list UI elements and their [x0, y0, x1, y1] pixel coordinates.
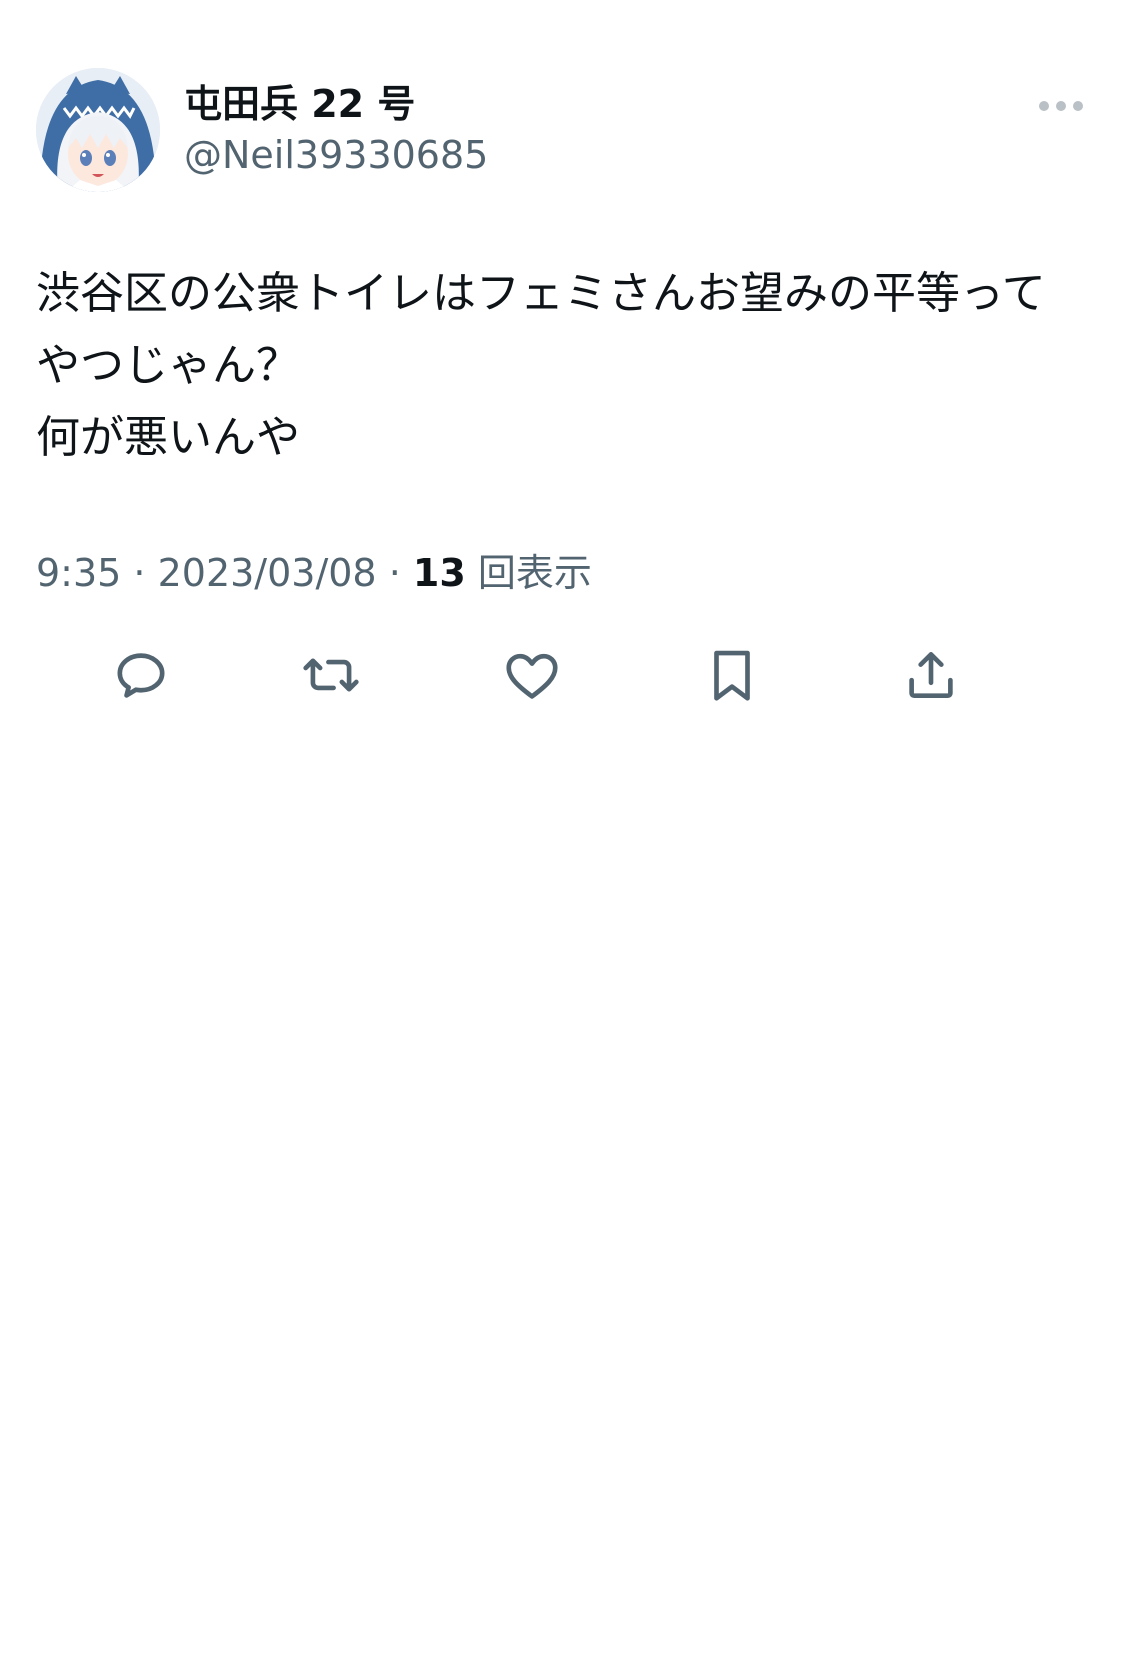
views-label: 回表示 — [465, 551, 592, 595]
meta-separator: · — [376, 551, 413, 595]
author-handle[interactable]: @Neil39330685 — [184, 131, 488, 179]
views-count: 13 — [412, 551, 466, 595]
more-options-button[interactable] — [1031, 89, 1091, 123]
reply-icon — [117, 653, 165, 698]
tweet-meta: 9:35 · 2023/03/08 · 13 回表示 — [36, 548, 592, 598]
tweet-time[interactable]: 9:35 — [36, 551, 121, 595]
meta-separator: · — [121, 551, 158, 595]
like-icon — [506, 653, 558, 699]
like-button[interactable] — [497, 640, 567, 710]
author-display-name[interactable]: 屯田兵 22 号 — [184, 80, 415, 128]
bookmark-icon — [714, 650, 750, 701]
tweet-text-line: 何が悪いんや — [36, 412, 300, 463]
more-dots-icon — [1039, 101, 1083, 111]
action-bar — [0, 640, 1125, 710]
tweet-detail: 屯田兵 22 号 @Neil39330685 渋谷区の公衆トイレはフェミさんお望… — [0, 0, 1125, 1657]
tweet-date[interactable]: 2023/03/08 — [158, 551, 377, 595]
retweet-button[interactable] — [296, 640, 366, 710]
bookmark-button[interactable] — [697, 640, 767, 710]
retweet-icon — [303, 658, 359, 692]
avatar[interactable] — [36, 68, 160, 192]
reply-button[interactable] — [106, 640, 176, 710]
share-icon — [909, 652, 953, 698]
share-button[interactable] — [896, 640, 966, 710]
tweet-text-line: やつじゃん？ — [36, 340, 300, 391]
avatar-image — [36, 68, 160, 192]
tweet-text: 渋谷区の公衆トイレはフェミさんお望みの平等って やつじゃん？ 何が悪いんや — [36, 258, 1086, 474]
tweet-text-line: 渋谷区の公衆トイレはフェミさんお望みの平等って — [36, 268, 1046, 319]
